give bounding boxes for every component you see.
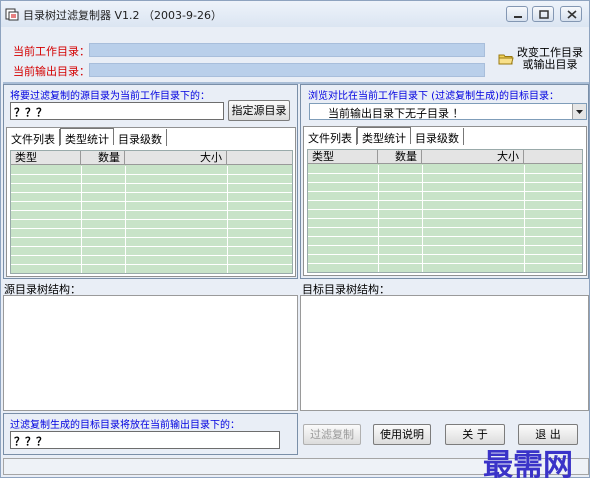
minimize-button[interactable] (506, 6, 528, 22)
tab-type-stats[interactable]: 类型统计 (357, 127, 411, 145)
window-title: 目录树过滤复制器 V1.2 （2003-9-26） (23, 9, 222, 22)
source-tree-view[interactable] (3, 295, 298, 411)
tab-dir-levels[interactable]: 目录级数 (411, 128, 464, 145)
change-dir-label: 改变工作目录 或输出目录 (517, 47, 583, 71)
out-dir-field (89, 63, 485, 77)
out-dir-label: 当前输出目录： (13, 65, 90, 78)
col-count: 数量 (81, 151, 125, 165)
target-tabbox: 文件列表 类型统计 目录级数 类型 数量 大小 (303, 126, 587, 276)
chevron-down-icon (576, 110, 583, 114)
target-header: 浏览对比在当前工作目录下 (过滤复制生成)的目标目录： (308, 91, 559, 102)
title-bar: 目录树过滤复制器 V1.2 （2003-9-26） (1, 1, 589, 27)
source-tabs: 文件列表 类型统计 目录级数 (7, 128, 167, 146)
target-tree-view[interactable] (300, 295, 589, 411)
col-type: 类型 (308, 150, 378, 164)
source-panel: 将要过滤复制的源目录为当前工作目录下的： ？？？ 指定源目录 文件列表 类型统计目… (3, 84, 298, 279)
col-count: 数量 (378, 150, 422, 164)
target-output-panel: 过滤复制生成的目标目录将放在当前输出目录下的： ？？？ (3, 413, 298, 455)
target-dir-combo[interactable]: 当前输出目录下无子目录 ！ (309, 103, 587, 120)
work-dir-field (89, 43, 485, 57)
close-button[interactable] (560, 6, 582, 22)
grid-divider (227, 166, 228, 273)
col-size: 大小 (422, 150, 524, 164)
source-header: 将要过滤复制的源目录为当前工作目录下的： (10, 91, 210, 102)
help-button[interactable]: 使用说明 (373, 424, 431, 445)
target-grid-header: 类型 数量 大小 (308, 150, 582, 164)
source-tabbox: 文件列表 类型统计 目录级数 类型 数量 大小 (6, 127, 296, 277)
source-dir-input[interactable]: ？？？ (10, 102, 224, 120)
target-output-header: 过滤复制生成的目标目录将放在当前输出目录下的： (10, 420, 240, 431)
tab-file-list[interactable]: 文件列表 (304, 128, 357, 145)
specify-source-button[interactable]: 指定源目录 (228, 100, 290, 121)
source-grid: 类型 数量 大小 (10, 150, 293, 274)
target-dir-combo-value: 当前输出目录下无子目录 ！ (328, 107, 464, 120)
col-type: 类型 (11, 151, 81, 165)
grid-divider (524, 165, 525, 272)
folder-icon (498, 54, 514, 65)
filter-copy-button[interactable]: 过滤复制 (303, 424, 361, 445)
grid-divider (378, 165, 379, 272)
work-dir-label: 当前工作目录： (13, 45, 90, 58)
maximize-icon (539, 10, 549, 19)
change-dir-button[interactable]: 改变工作目录 或输出目录 (489, 44, 585, 76)
tab-file-list[interactable]: 文件列表 (7, 129, 60, 146)
grid-divider (125, 166, 126, 273)
grid-divider (422, 165, 423, 272)
target-dir-input[interactable]: ？？？ (10, 431, 280, 449)
maximize-button[interactable] (532, 6, 554, 22)
app-icon (5, 7, 19, 21)
source-grid-header: 类型 数量 大小 (11, 151, 292, 165)
close-icon (567, 10, 577, 19)
tab-type-stats[interactable]: 类型统计 (60, 128, 114, 146)
target-grid-rows (308, 165, 582, 272)
main-window: 目录树过滤复制器 V1.2 （2003-9-26） 当前工作目录： 当前输出目录… (0, 0, 590, 478)
source-grid-rows (11, 166, 292, 273)
change-dir-line2: 或输出目录 (522, 58, 578, 71)
tab-dir-levels[interactable]: 目录级数 (114, 129, 167, 146)
watermark: 最需网 (483, 448, 573, 483)
minimize-icon (514, 16, 522, 18)
col-size: 大小 (125, 151, 227, 165)
combo-dropdown-button[interactable] (572, 104, 586, 119)
target-tabs: 文件列表 类型统计 目录级数 (304, 127, 464, 145)
target-grid: 类型 数量 大小 (307, 149, 583, 273)
grid-divider (81, 166, 82, 273)
